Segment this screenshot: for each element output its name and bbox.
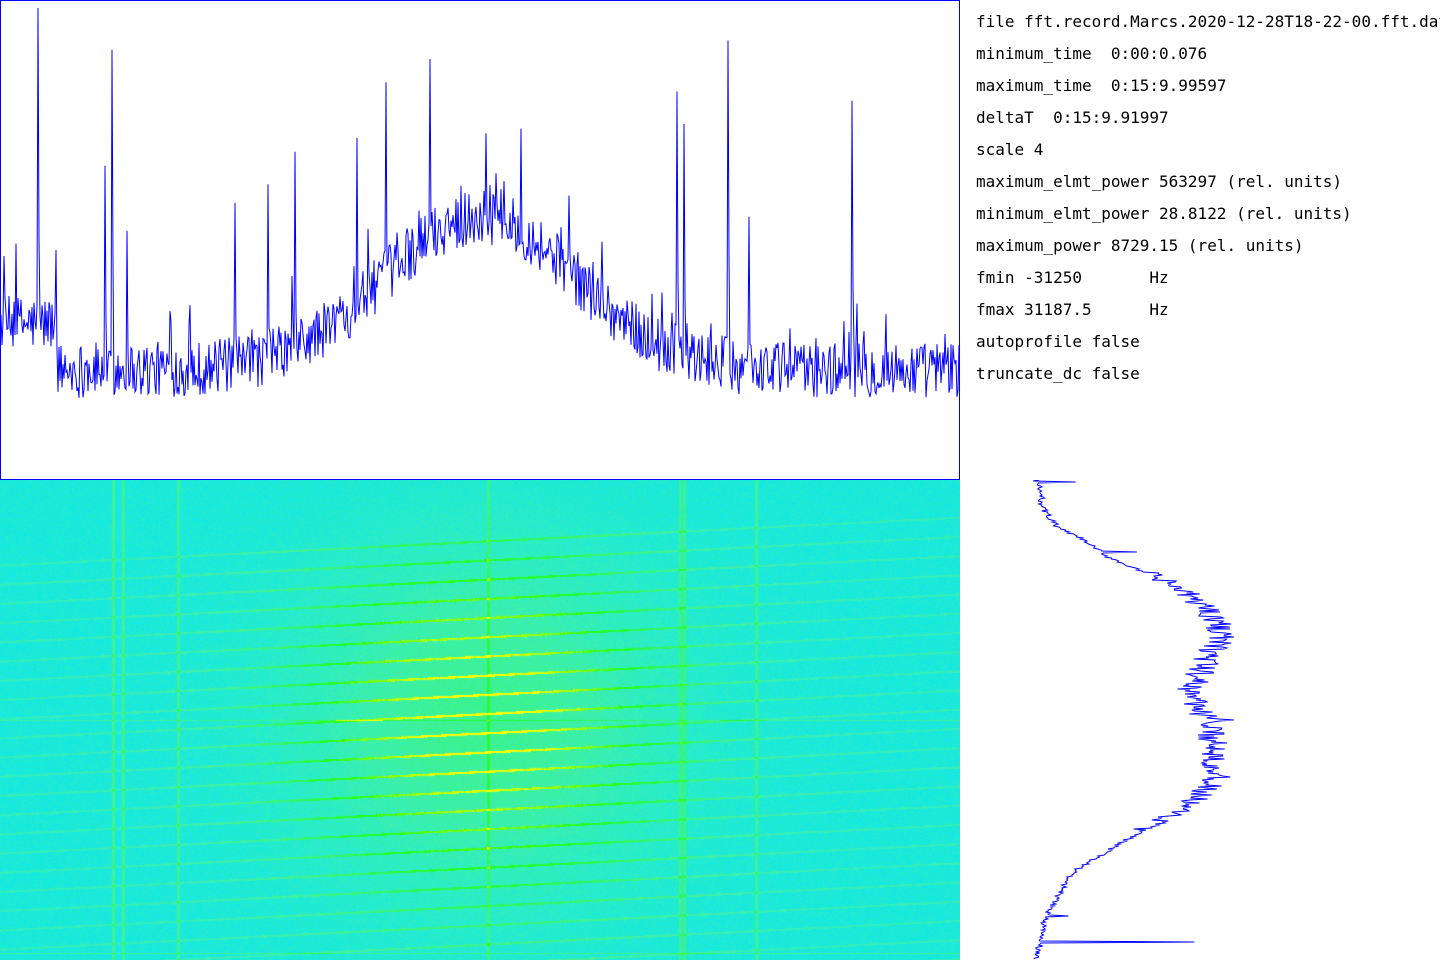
spectrum-border bbox=[0, 0, 960, 480]
info-maximum-power: maximum_power 8729.15 (rel. units) bbox=[976, 236, 1304, 255]
info-truncate-dc: truncate_dc false bbox=[976, 364, 1140, 383]
info-maximum-elmt-power: maximum_elmt_power 563297 (rel. units) bbox=[976, 172, 1343, 191]
time-profile-chart bbox=[960, 479, 1440, 960]
info-file: file fft.record.Marcs.2020-12-28T18-22-0… bbox=[976, 12, 1440, 31]
waterfall-canvas bbox=[0, 480, 960, 960]
info-minimum-time: minimum_time 0:00:0.076 bbox=[976, 44, 1208, 63]
info-autoprofile: autoprofile false bbox=[976, 332, 1140, 351]
info-scale: scale 4 bbox=[976, 140, 1044, 159]
info-delta-t: deltaT 0:15:9.91997 bbox=[976, 108, 1169, 127]
info-fmin: fmin -31250 Hz bbox=[976, 268, 1169, 287]
spectrum-series-line bbox=[0, 7, 960, 398]
power-spectrum-chart bbox=[0, 0, 960, 480]
power-spectrum-svg bbox=[0, 0, 960, 480]
waterfall-spectrogram bbox=[0, 480, 960, 960]
time-profile-svg bbox=[1033, 479, 1235, 960]
info-maximum-time: maximum_time 0:15:9.99597 bbox=[976, 76, 1227, 95]
profile-series-line bbox=[1033, 479, 1235, 960]
info-panel: file fft.record.Marcs.2020-12-28T18-22-0… bbox=[976, 10, 1440, 394]
info-minimum-elmt-power: minimum_elmt_power 28.8122 (rel. units) bbox=[976, 204, 1352, 223]
info-fmax: fmax 31187.5 Hz bbox=[976, 300, 1169, 319]
